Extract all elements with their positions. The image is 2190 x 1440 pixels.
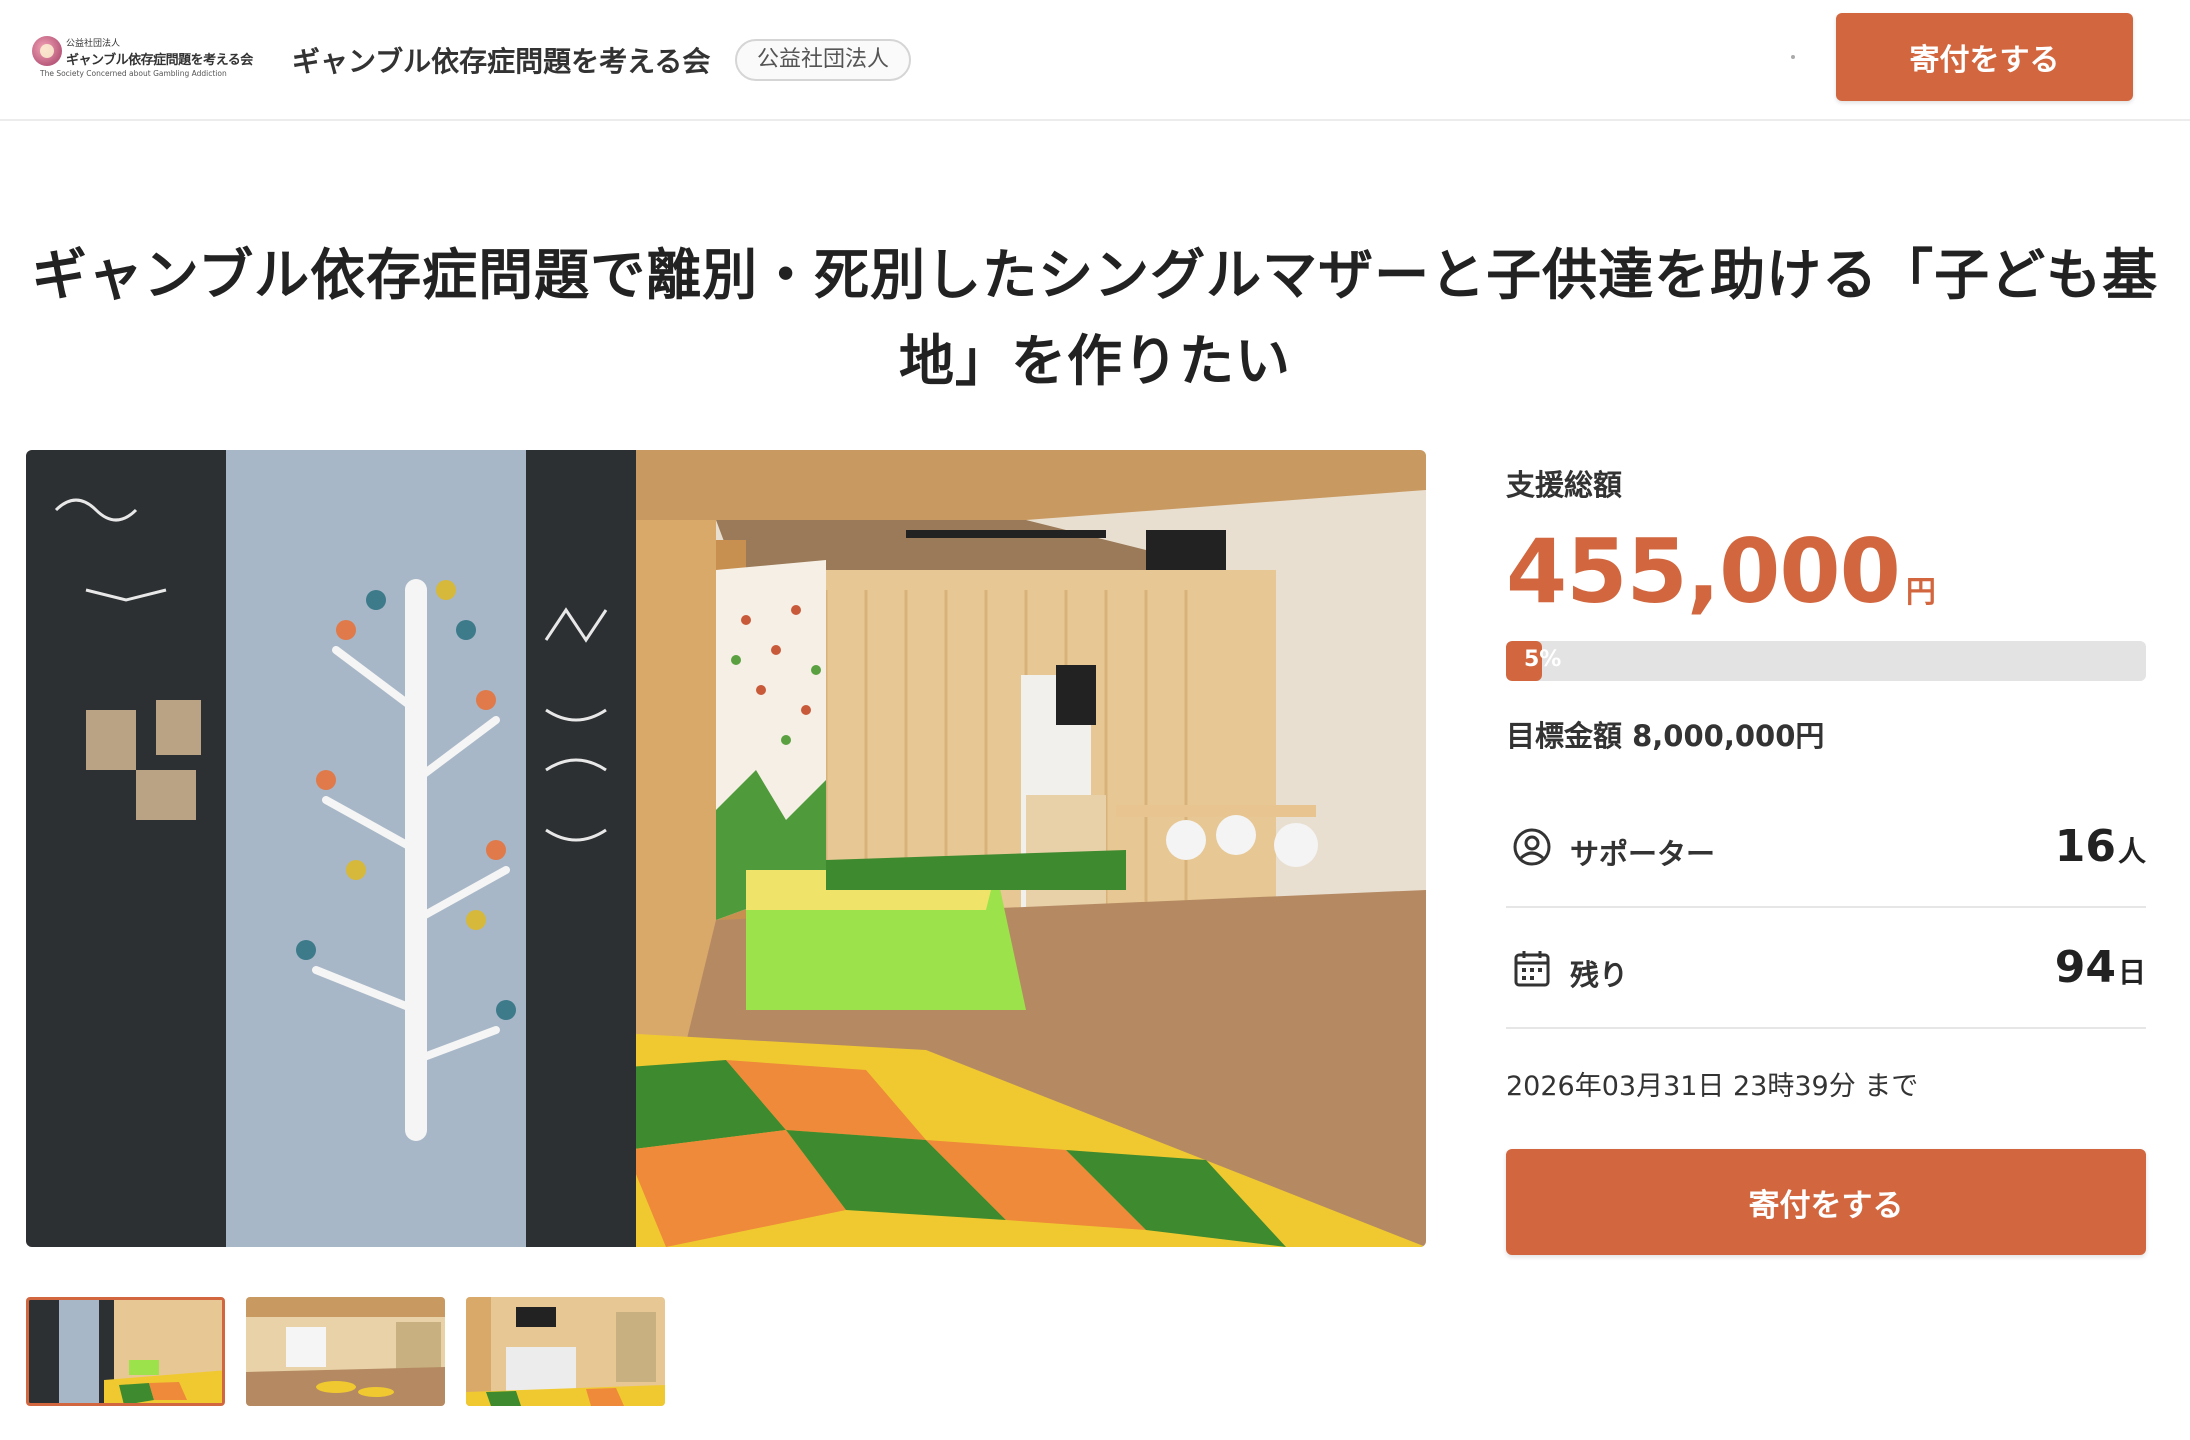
support-amount-unit: 円 xyxy=(1905,575,1936,610)
remaining-label: 残り xyxy=(1570,958,1629,992)
org-logo[interactable]: 公益社団法人 ギャンブル依存症問題を考える会 The Society Conce… xyxy=(32,32,253,82)
funding-progress-label: 5% xyxy=(1524,647,1562,672)
main-project-image[interactable] xyxy=(26,450,1426,1247)
supporters-count: 16人 xyxy=(2055,821,2146,872)
interior-rendering-illustration xyxy=(26,450,1426,1247)
logo-emblem-icon xyxy=(32,36,62,66)
remaining-days: 94日 xyxy=(2055,942,2146,993)
header-dot xyxy=(1791,55,1795,59)
thumbnail-3-illustration xyxy=(466,1297,665,1406)
gallery-thumbnail-3[interactable] xyxy=(466,1297,665,1406)
gallery-thumbnail-2[interactable] xyxy=(246,1297,445,1406)
org-type-badge: 公益社団法人 xyxy=(735,39,912,81)
supporters-row: サポーター 16人 xyxy=(1506,795,2146,905)
project-title: ギャンブル依存症問題で離別・死別したシングルマザーと子供達を助ける「子ども基地」… xyxy=(31,243,2159,393)
org-name[interactable]: ギャンブル依存症問題を考える会 xyxy=(292,40,710,80)
remaining-value: 94 xyxy=(2054,942,2116,993)
gallery-thumbnail-1[interactable] xyxy=(26,1297,225,1406)
logo-line-3: The Society Concerned about Gambling Add… xyxy=(40,69,227,78)
funding-progress-bar: 5% xyxy=(1506,641,2146,681)
remaining-row: 残り 94日 xyxy=(1506,916,2146,1026)
site-header: 公益社団法人 ギャンブル依存症問題を考える会 The Society Conce… xyxy=(0,0,2190,121)
header-donate-button[interactable]: 寄付をする xyxy=(1836,13,2133,101)
donate-button[interactable]: 寄付をする xyxy=(1506,1149,2146,1255)
deadline-text: 2026年03月31日 23時39分 まで xyxy=(1506,1071,1919,1102)
support-amount: 455,000 円 xyxy=(1506,520,1936,623)
supporters-label: サポーター xyxy=(1570,837,1716,871)
remaining-unit: 日 xyxy=(2117,956,2146,989)
person-circle-icon xyxy=(1513,828,1551,866)
goal-amount: 目標金額 8,000,000円 xyxy=(1506,719,1825,753)
calendar-icon xyxy=(1514,951,1550,987)
divider xyxy=(1506,906,2146,908)
total-support-label: 支援総額 xyxy=(1506,468,1623,502)
logo-line-1: 公益社団法人 xyxy=(66,39,121,49)
supporters-value: 16 xyxy=(2054,821,2116,872)
support-amount-value: 455,000 xyxy=(1506,520,1901,623)
thumbnail-2-illustration xyxy=(246,1297,445,1406)
thumbnail-1-illustration xyxy=(29,1300,222,1403)
divider xyxy=(1506,1027,2146,1029)
supporters-unit: 人 xyxy=(2117,835,2146,868)
logo-line-2: ギャンブル依存症問題を考える会 xyxy=(66,53,253,68)
